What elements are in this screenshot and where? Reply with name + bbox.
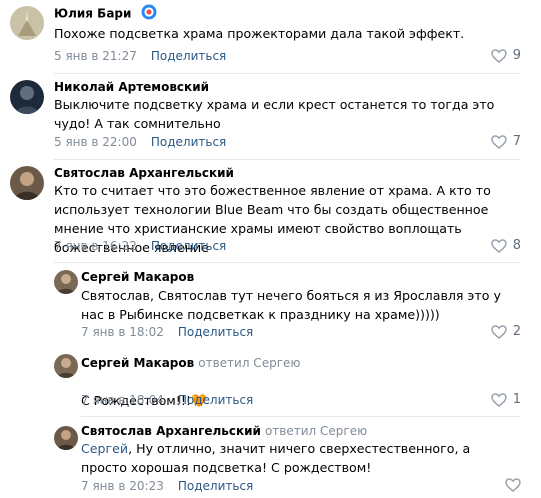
addressee-link[interactable]: Сергей xyxy=(81,441,128,456)
heart-icon xyxy=(490,135,507,149)
avatar-image xyxy=(10,166,44,200)
like-button[interactable]: 9 xyxy=(490,48,521,64)
comment-item: Николай Артемовский Выключите подсветку … xyxy=(0,74,541,160)
comment-author[interactable]: Юлия Бари xyxy=(54,4,157,24)
share-link[interactable]: Поделиться xyxy=(151,135,226,149)
avatar[interactable] xyxy=(54,270,78,294)
avatar-image xyxy=(54,270,78,294)
reply-meta: 7 янв в 18:04 Поделиться xyxy=(81,392,253,408)
reply-date[interactable]: 7 янв в 18:04 xyxy=(81,393,164,407)
like-count: 7 xyxy=(512,134,521,149)
reply-author[interactable]: Святослав Архангельский xyxy=(81,424,261,438)
avatar[interactable] xyxy=(10,6,44,40)
like-count: 1 xyxy=(512,392,521,407)
comment-author[interactable]: Святослав Архангельский xyxy=(54,165,234,181)
reply-text-content: , Ну отлично, значит ничего сверхестеств… xyxy=(81,441,471,475)
comment-date[interactable]: 5 янв в 22:00 xyxy=(54,135,137,149)
like-button[interactable]: 7 xyxy=(490,134,521,150)
replied-to-link[interactable]: ответил Сергею xyxy=(198,356,300,370)
avatar[interactable] xyxy=(10,80,44,114)
replied-to-link[interactable]: ответил Сергею xyxy=(265,424,367,438)
comment-meta: 5 янв в 22:00 Поделиться xyxy=(54,134,226,150)
avatar[interactable] xyxy=(10,166,44,200)
comment-meta: 5 янв в 21:27 Поделиться xyxy=(54,48,226,64)
heart-icon xyxy=(505,478,521,492)
reply-date[interactable]: 7 янв в 20:23 xyxy=(81,479,164,493)
share-link[interactable]: Поделиться xyxy=(178,479,253,493)
like-count: 2 xyxy=(512,324,521,339)
author-name[interactable]: Юлия Бари xyxy=(54,7,131,21)
reply-meta: 7 янв в 18:02 Поделиться xyxy=(81,324,253,340)
comment-text: Похоже подсветка храма прожекторами дала… xyxy=(54,26,465,41)
heart-icon xyxy=(490,393,507,407)
reply-text: Сергей, Ну отлично, значит ничего сверхе… xyxy=(81,439,511,477)
avatar[interactable] xyxy=(54,354,78,378)
like-button[interactable] xyxy=(505,478,521,492)
reply-text: Святослав, Святослав тут нечего бояться … xyxy=(81,288,501,322)
divider xyxy=(81,416,521,417)
divider xyxy=(54,262,521,263)
comment-meta: 7 янв в 16:22 Поделиться xyxy=(54,238,226,254)
share-link[interactable]: Поделиться xyxy=(151,239,226,253)
share-link[interactable]: Поделиться xyxy=(178,393,253,407)
comment-item: Юлия Бари Похоже подсветка храма прожект… xyxy=(0,0,541,74)
reply-author[interactable]: Сергей Макаров xyxy=(81,269,194,285)
reply-author-line: Сергей Макаров ответил Сергею xyxy=(81,355,300,371)
reply-date[interactable]: 7 янв в 18:02 xyxy=(81,325,164,339)
like-count: 8 xyxy=(512,238,521,253)
avatar[interactable] xyxy=(54,426,78,450)
heart-icon xyxy=(490,325,507,339)
like-button[interactable]: 8 xyxy=(490,238,521,254)
like-button[interactable]: 1 xyxy=(490,392,521,408)
heart-icon xyxy=(490,49,507,63)
share-link[interactable]: Поделиться xyxy=(178,325,253,339)
reply-item: Святослав Архангельский ответил Сергею Се… xyxy=(0,418,541,498)
reply-meta: 7 янв в 20:23 Поделиться xyxy=(81,478,253,494)
reply-author[interactable]: Сергей Макаров xyxy=(81,356,194,370)
reply-item: Сергей Макаров ответил Сергею С Рождество… xyxy=(0,346,541,418)
avatar-image xyxy=(10,6,44,40)
like-button[interactable]: 2 xyxy=(490,324,521,340)
comment-text: Выключите подсветку храма и если крест о… xyxy=(54,97,495,131)
reply-author-line: Святослав Архангельский ответил Сергею xyxy=(81,423,367,439)
comment-date[interactable]: 5 янв в 21:27 xyxy=(54,49,137,63)
comment-date[interactable]: 7 янв в 16:22 xyxy=(54,239,137,253)
avatar-image xyxy=(10,80,44,114)
avatar-image xyxy=(54,426,78,450)
blue-badge-icon xyxy=(141,4,157,24)
like-count: 9 xyxy=(512,48,521,63)
comments-feed: Юлия Бари Похоже подсветка храма прожект… xyxy=(0,0,541,498)
avatar-image xyxy=(54,354,78,378)
comment-author[interactable]: Николай Артемовский xyxy=(54,79,209,95)
heart-icon xyxy=(490,239,507,253)
share-link[interactable]: Поделиться xyxy=(151,49,226,63)
reply-item: Сергей Макаров Святослав, Святослав тут … xyxy=(0,260,541,346)
comment-item: Святослав Архангельский Кто то считает ч… xyxy=(0,160,541,260)
